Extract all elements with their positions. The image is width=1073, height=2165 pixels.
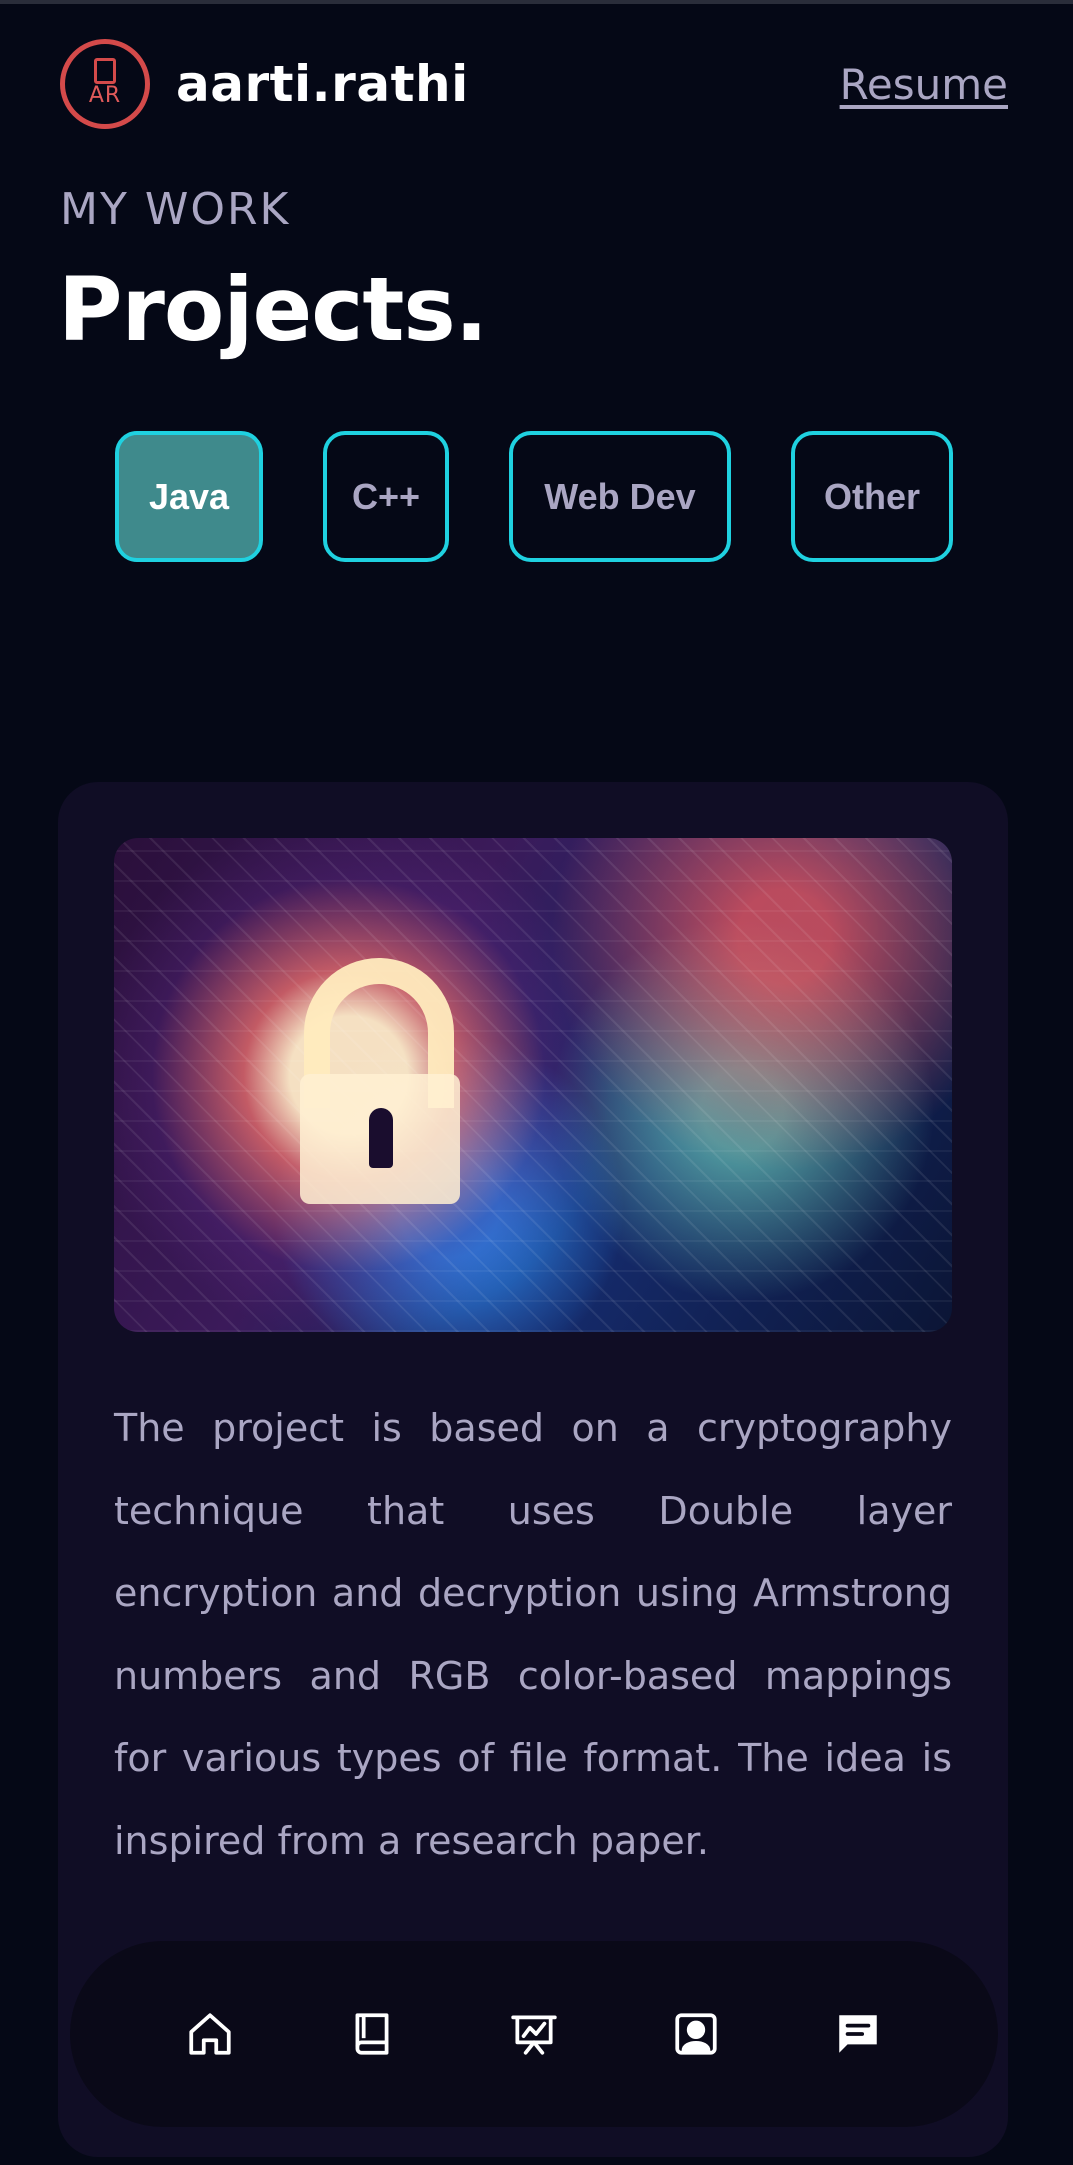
tab-web-dev[interactable]: Web Dev <box>509 431 731 562</box>
category-tabs: Java C++ Web Dev Other <box>115 431 953 562</box>
circuit-pattern <box>114 838 952 1332</box>
page-title: Projects. <box>58 258 488 361</box>
keyhole-icon <box>369 1108 393 1168</box>
project-description: The project is based on a cryptography t… <box>114 1406 952 1863</box>
home-icon <box>189 2013 231 2055</box>
nav-projects[interactable] <box>503 2003 565 2065</box>
top-border <box>0 0 1073 4</box>
logo-mark-icon <box>94 58 116 84</box>
tab-cpp[interactable]: C++ <box>323 431 449 562</box>
nav-contact-card[interactable] <box>665 2003 727 2065</box>
project-image <box>114 838 952 1332</box>
book-icon <box>355 2013 389 2055</box>
contact-card-icon <box>675 2013 717 2055</box>
tab-java[interactable]: Java <box>115 431 263 562</box>
nav-about[interactable] <box>341 2003 403 2065</box>
tab-other[interactable]: Other <box>791 431 953 562</box>
resume-link[interactable]: Resume <box>840 60 1008 109</box>
brand-name: aarti.rathi <box>176 55 469 113</box>
site-header: AR aarti.rathi Resume <box>60 36 1008 132</box>
chat-icon <box>839 2015 877 2053</box>
bottom-nav <box>70 1941 998 2127</box>
presentation-chart-icon <box>511 2015 557 2055</box>
logo: AR <box>60 39 150 129</box>
nav-home[interactable] <box>179 2003 241 2065</box>
logo-initials: AR <box>88 82 122 108</box>
section-subtitle: MY WORK <box>60 184 291 235</box>
nav-chat[interactable] <box>827 2003 889 2065</box>
brand-link[interactable]: AR aarti.rathi <box>60 39 469 129</box>
